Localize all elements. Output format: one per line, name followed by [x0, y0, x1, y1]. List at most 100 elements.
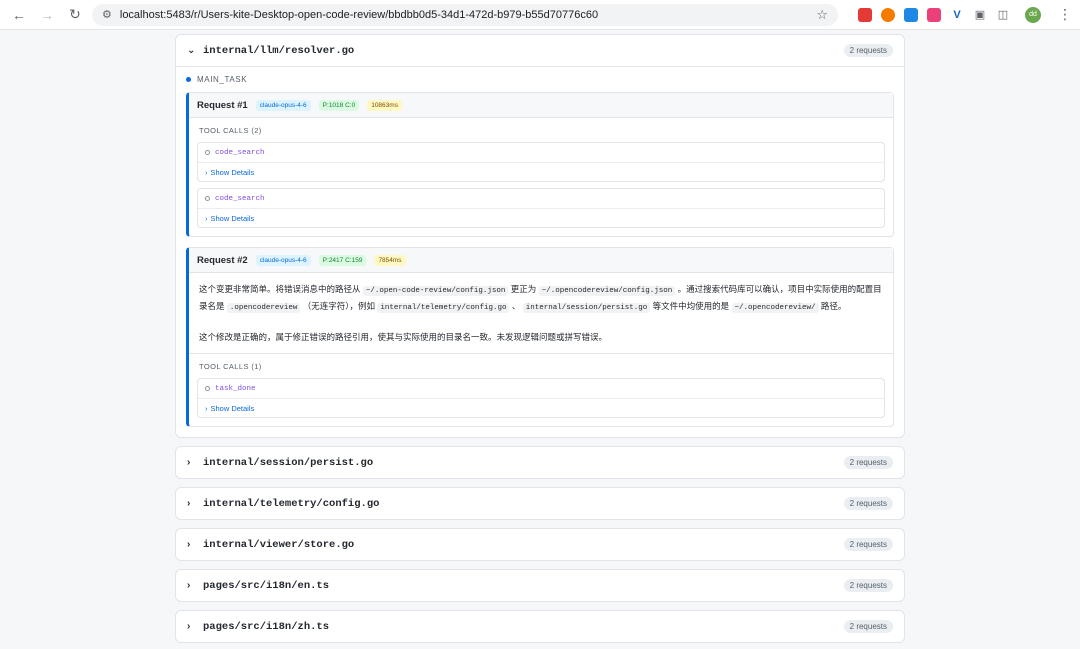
- response-paragraph: 这个修改是正确的，属于修正错误的路径引用，使其与实际使用的目录名一致。未发现逻辑…: [199, 332, 608, 342]
- model-badge: claude-opus-4-6: [255, 254, 311, 266]
- show-details-toggle[interactable]: › Show Details: [198, 209, 884, 227]
- chevron-right-icon: ›: [187, 580, 191, 591]
- task-label-text: MAIN_TASK: [197, 75, 248, 84]
- text-run: 更正为: [510, 284, 537, 294]
- file-name: internal/llm/resolver.go: [203, 44, 355, 57]
- inline-code: ~/.opencodereview/: [731, 303, 819, 313]
- show-details-toggle[interactable]: › Show Details: [198, 399, 884, 417]
- chevron-right-icon: ›: [187, 621, 191, 632]
- file-name: pages/src/i18n/zh.ts: [203, 620, 330, 633]
- inline-code: internal/session/persist.go: [522, 303, 651, 313]
- file-name: pages/src/i18n/en.ts: [203, 579, 330, 592]
- text-run: 等文件中均使用的是: [652, 301, 730, 311]
- duration-badge: 10863ms: [367, 99, 402, 111]
- inline-code: internal/telemetry/config.go: [377, 303, 510, 313]
- request-count-badge: 2 requests: [843, 579, 893, 592]
- response-paragraph: 这个变更非常简单。将错误消息中的路径从 ~/.open-code-review/…: [199, 282, 883, 316]
- request-count-badge: 2 requests: [843, 538, 893, 551]
- file-name: internal/telemetry/config.go: [203, 497, 380, 510]
- page: ⌄ internal/llm/resolver.go 2 requests MA…: [0, 30, 1080, 649]
- tool-name: code_search: [215, 194, 265, 203]
- tool-call-row: code_search: [198, 189, 884, 209]
- request-count-badge: 2 requests: [843, 620, 893, 633]
- tool-name: task_done: [215, 384, 256, 393]
- text-run: （无连字符），例如: [302, 301, 376, 311]
- chevron-right-icon: ›: [205, 167, 208, 177]
- file-list: ⌄ internal/llm/resolver.go 2 requests MA…: [175, 34, 905, 643]
- request-card: Request #2 claude-opus-4-6 P:2417 C:159 …: [186, 247, 894, 427]
- file-card: › internal/telemetry/config.go 2 request…: [175, 487, 905, 520]
- chevron-right-icon: ›: [187, 498, 191, 509]
- request-title: Request #1: [197, 99, 248, 111]
- reload-icon[interactable]: ↻: [64, 4, 86, 26]
- chevron-down-icon: ⌄: [187, 45, 196, 56]
- more-menu-icon[interactable]: ⋮: [1058, 6, 1072, 23]
- circle-icon: [205, 196, 210, 201]
- show-details-toggle[interactable]: › Show Details: [198, 163, 884, 181]
- forward-icon[interactable]: →: [36, 4, 58, 26]
- extension-icon[interactable]: V: [950, 7, 964, 22]
- file-header[interactable]: ⌄ internal/llm/resolver.go 2 requests: [176, 35, 904, 66]
- chevron-right-icon: ›: [205, 403, 208, 413]
- file-card: › pages/src/i18n/en.ts 2 requests: [175, 569, 905, 602]
- bookmark-star-icon[interactable]: ☆: [816, 7, 828, 23]
- show-details-label: Show Details: [210, 403, 255, 413]
- model-badge: claude-opus-4-6: [255, 99, 311, 111]
- request-count-badge: 2 requests: [843, 456, 893, 469]
- response-text: 这个变更非常简单。将错误消息中的路径从 ~/.open-code-review/…: [189, 273, 893, 354]
- file-header[interactable]: › internal/viewer/store.go 2 requests: [176, 529, 904, 560]
- tool-call: code_search › Show Details: [197, 188, 885, 228]
- show-details-label: Show Details: [210, 167, 255, 177]
- url-text[interactable]: localhost:5483/r/Users-kite-Desktop-open…: [120, 9, 808, 21]
- show-details-label: Show Details: [210, 213, 255, 223]
- tab-search-icon[interactable]: ◫: [996, 7, 1010, 22]
- tool-call-row: task_done: [198, 379, 884, 399]
- request-card: Request #1 claude-opus-4-6 P:1018 C:0 10…: [186, 92, 894, 237]
- file-name: internal/session/persist.go: [203, 456, 374, 469]
- request-header: Request #1 claude-opus-4-6 P:1018 C:0 10…: [189, 93, 893, 118]
- duration-badge: 7854ms: [374, 254, 406, 266]
- puzzle-icon[interactable]: ▣: [973, 7, 987, 22]
- extension-icon[interactable]: [927, 7, 941, 22]
- circle-icon: [205, 386, 210, 391]
- chevron-right-icon: ›: [205, 213, 208, 223]
- back-icon[interactable]: ←: [8, 4, 30, 26]
- tokens-badge: P:1018 C:0: [318, 99, 360, 111]
- file-header[interactable]: › pages/src/i18n/en.ts 2 requests: [176, 570, 904, 601]
- tool-calls-section: TOOL CALLS (1) task_done › Show Details: [189, 354, 893, 426]
- tool-name: code_search: [215, 148, 265, 157]
- file-card: › internal/session/persist.go 2 requests: [175, 446, 905, 479]
- chevron-right-icon: ›: [187, 457, 191, 468]
- file-header[interactable]: › internal/telemetry/config.go 2 request…: [176, 488, 904, 519]
- task-dot-icon: [186, 77, 191, 82]
- request-title: Request #2: [197, 254, 248, 266]
- request-count-badge: 2 requests: [843, 497, 893, 510]
- inline-code: ~/.open-code-review/config.json: [362, 286, 509, 296]
- tool-call: code_search › Show Details: [197, 142, 885, 182]
- extension-icon[interactable]: [881, 7, 895, 22]
- request-count-badge: 2 requests: [843, 44, 893, 57]
- extension-icon[interactable]: [858, 7, 872, 22]
- tool-call-row: code_search: [198, 143, 884, 163]
- file-card: ⌄ internal/llm/resolver.go 2 requests MA…: [175, 34, 905, 438]
- text-run: 路径。: [820, 301, 847, 311]
- inline-code: ~/.opencodereview/config.json: [538, 286, 676, 296]
- tool-calls-section: TOOL CALLS (2) code_search › Show Detail…: [189, 118, 893, 236]
- text-run: 这个变更非常简单。将错误消息中的路径从: [199, 284, 361, 294]
- tokens-badge: P:2417 C:159: [318, 254, 367, 266]
- avatar[interactable]: dd: [1025, 6, 1041, 23]
- file-header[interactable]: › internal/session/persist.go 2 requests: [176, 447, 904, 478]
- file-body: MAIN_TASK Request #1 claude-opus-4-6 P:1…: [176, 66, 904, 437]
- browser-toolbar: ← → ↻ ⚙ localhost:5483/r/Users-kite-Desk…: [0, 0, 1080, 30]
- extension-icon[interactable]: [904, 7, 918, 22]
- inline-code: .opencodereview: [226, 303, 301, 313]
- circle-icon: [205, 150, 210, 155]
- file-header[interactable]: › pages/src/i18n/zh.ts 2 requests: [176, 611, 904, 642]
- tool-call: task_done › Show Details: [197, 378, 885, 418]
- address-bar[interactable]: ⚙ localhost:5483/r/Users-kite-Desktop-op…: [92, 3, 838, 26]
- tool-calls-title: TOOL CALLS (1): [199, 362, 262, 371]
- site-info-icon[interactable]: ⚙: [102, 8, 112, 21]
- file-card: › pages/src/i18n/zh.ts 2 requests: [175, 610, 905, 643]
- file-card: › internal/viewer/store.go 2 requests: [175, 528, 905, 561]
- tool-calls-title: TOOL CALLS (2): [199, 126, 262, 135]
